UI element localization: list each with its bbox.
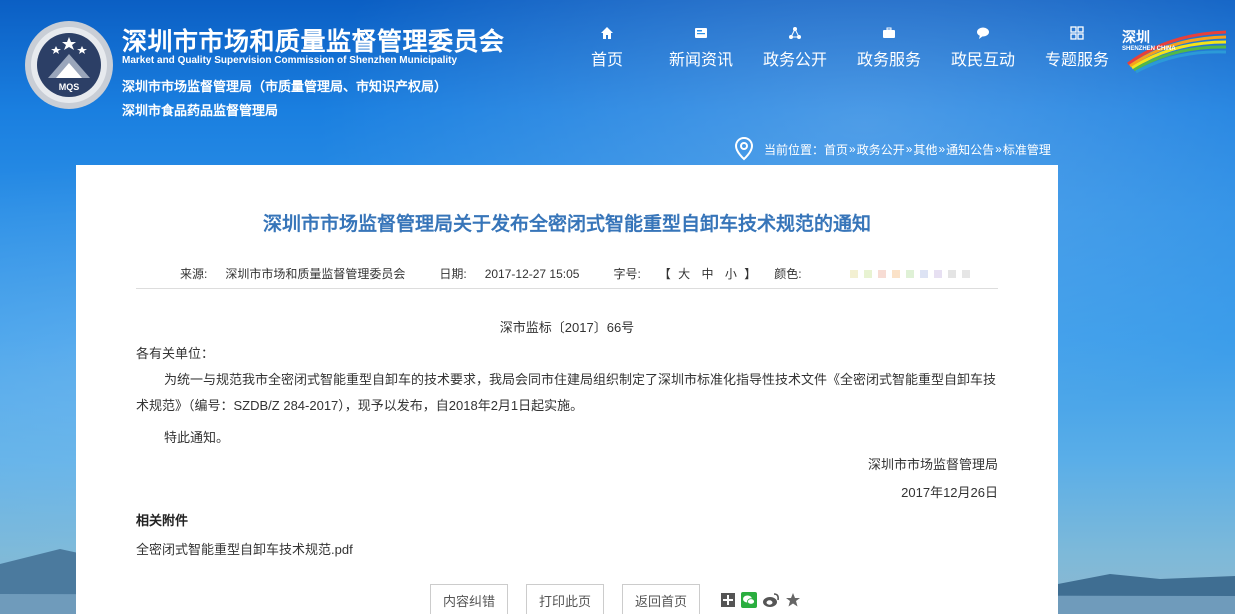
main-nav: 首页 新闻资讯 政务公开 政务服务 政民互动 专题服务 xyxy=(560,26,1124,70)
nav-item-news[interactable]: 新闻资讯 xyxy=(654,26,748,70)
meta-divider xyxy=(136,288,998,289)
breadcrumb-item-other[interactable]: 其他 xyxy=(913,141,937,158)
nav-item-home[interactable]: 首页 xyxy=(560,26,654,70)
color-swatch[interactable] xyxy=(849,269,858,278)
site-title[interactable]: 深圳市市场和质量监督管理委员会 xyxy=(122,22,505,58)
color-label: 颜色: xyxy=(774,267,802,281)
commission-logo: MQS xyxy=(25,21,113,109)
location-pin-icon xyxy=(734,137,754,161)
font-size-bracket-open: 【 xyxy=(658,267,671,281)
nav-item-topics[interactable]: 专题服务 xyxy=(1030,26,1124,70)
color-swatch[interactable] xyxy=(877,269,886,278)
chat-icon xyxy=(977,27,989,39)
nav-label: 首页 xyxy=(590,52,623,69)
breadcrumb-separator: » xyxy=(905,142,913,156)
color-swatch[interactable] xyxy=(891,269,900,278)
back-home-button[interactable]: 返回首页 xyxy=(622,584,700,614)
breadcrumb-item-standards[interactable]: 标准管理 xyxy=(1003,141,1051,158)
date-label: 日期: xyxy=(439,267,467,281)
nav-label: 新闻资讯 xyxy=(668,52,733,69)
font-size-medium[interactable]: 中 xyxy=(702,267,714,281)
font-size-small[interactable]: 小 xyxy=(725,267,737,281)
color-swatch[interactable] xyxy=(919,269,928,278)
wechat-icon[interactable] xyxy=(741,592,757,608)
signature-organization: 深圳市市场监督管理局 xyxy=(867,457,998,472)
signature-date: 2017年12月26日 xyxy=(901,485,998,500)
color-swatches xyxy=(849,269,976,278)
date-value: 2017-12-27 15:05 xyxy=(484,266,580,281)
nav-item-gov-affairs[interactable]: 政务公开 xyxy=(748,26,842,70)
nav-label: 政务服务 xyxy=(856,52,921,69)
source-value: 深圳市市场和质量监督管理委员会 xyxy=(225,267,406,281)
site-subtitle-1: 深圳市市场监督管理局（市质量管理局、市知识产权局） xyxy=(122,79,448,94)
breadcrumb-item-home[interactable]: 首页 xyxy=(824,141,848,158)
article-meta: 来源: 深圳市市场和质量监督管理委员会 日期: 2017-12-27 15:05… xyxy=(180,265,976,282)
color-swatch[interactable] xyxy=(933,269,942,278)
site-subtitle-2: 深圳市食品药品监督管理局 xyxy=(122,103,279,118)
grid-icon xyxy=(1070,26,1084,40)
shenzhen-city-logo: 深圳 SHENZHEN CHINA xyxy=(1122,29,1227,74)
breadcrumb-item-notices[interactable]: 通知公告 xyxy=(946,141,994,158)
source-label: 来源: xyxy=(180,267,208,281)
city-logo-en: SHENZHEN CHINA xyxy=(1122,46,1176,52)
nav-label: 专题服务 xyxy=(1044,52,1109,69)
breadcrumb: 当前位置： 首页 » 政务公开 » 其他 » 通知公告 » 标准管理 xyxy=(734,137,1051,161)
font-size-bracket-close: 】 xyxy=(744,267,757,281)
report-error-button[interactable]: 内容纠错 xyxy=(430,584,508,614)
color-swatch[interactable] xyxy=(947,269,956,278)
home-icon xyxy=(601,27,613,39)
attachment-link[interactable]: 全密闭式智能重型自卸车技术规范.pdf xyxy=(136,539,353,558)
breadcrumb-separator: » xyxy=(995,142,1002,156)
color-swatch[interactable] xyxy=(905,269,914,278)
share-plus-icon[interactable] xyxy=(720,592,736,608)
briefcase-icon xyxy=(883,27,895,38)
closing-line: 特此通知。 xyxy=(164,430,230,445)
article-body: 为统一与规范我市全密闭式智能重型自卸车的技术要求，我局会同市住建局组织制定了深圳… xyxy=(136,372,997,413)
article-card: 深圳市市场监督管理局关于发布全密闭式智能重型自卸车技术规范的通知 来源: 深圳市… xyxy=(76,165,1058,614)
weibo-icon[interactable] xyxy=(762,592,780,608)
document-number: 深市监标〔2017〕66号 xyxy=(499,320,635,335)
nav-label: 政务公开 xyxy=(762,52,827,69)
city-logo-cn: 深圳 xyxy=(1122,29,1150,46)
color-swatch[interactable] xyxy=(863,269,872,278)
news-icon xyxy=(695,28,707,38)
share-network-icon xyxy=(789,27,801,39)
nav-item-interaction[interactable]: 政民互动 xyxy=(936,26,1030,70)
logo-text: MQS xyxy=(59,82,80,92)
site-title-english: Market and Quality Supervision Commissio… xyxy=(122,55,458,66)
breadcrumb-separator: » xyxy=(938,142,946,156)
font-size-label: 字号: xyxy=(613,267,641,281)
font-size-options: 【 大 中 小 】 xyxy=(659,265,756,282)
article-title: 深圳市市场监督管理局关于发布全密闭式智能重型自卸车技术规范的通知 xyxy=(262,214,871,235)
nav-label: 政民互动 xyxy=(950,52,1015,69)
breadcrumb-prefix: 当前位置： xyxy=(764,142,825,157)
font-size-large[interactable]: 大 xyxy=(678,267,690,281)
breadcrumb-item-gov-affairs[interactable]: 政务公开 xyxy=(857,141,905,158)
share-icons xyxy=(720,592,806,608)
nav-item-gov-services[interactable]: 政务服务 xyxy=(842,26,936,70)
salutation: 各有关单位： xyxy=(136,346,215,361)
breadcrumb-separator: » xyxy=(849,142,856,156)
print-button[interactable]: 打印此页 xyxy=(526,584,604,614)
favorite-icon[interactable] xyxy=(785,592,801,608)
article-actions: 内容纠错 打印此页 返回首页 xyxy=(430,584,806,614)
attachments-heading: 相关附件 xyxy=(136,513,189,528)
color-swatch[interactable] xyxy=(961,269,970,278)
